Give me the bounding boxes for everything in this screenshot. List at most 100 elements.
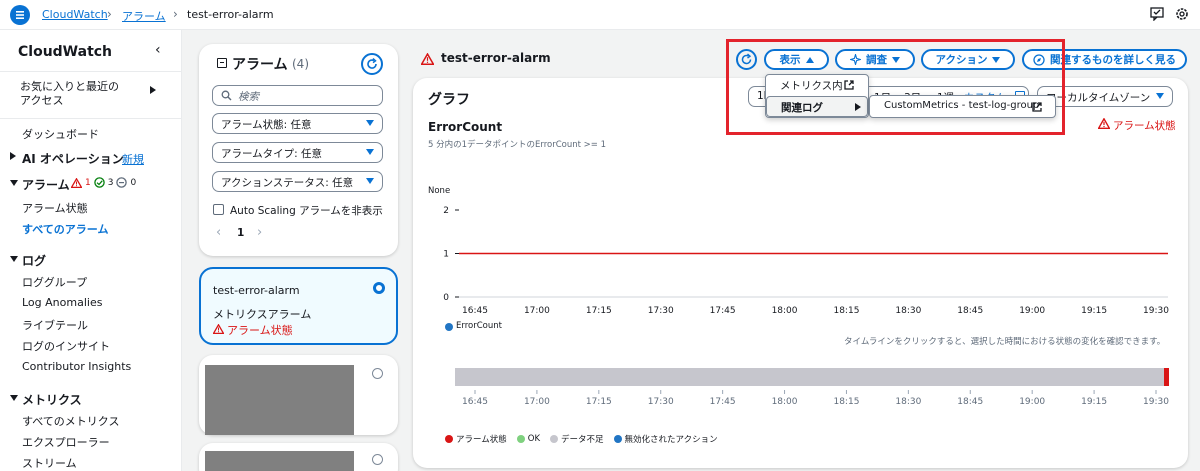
alarm-item-name: test-error-alarm — [213, 284, 300, 297]
alarm-item-state: アラーム状態 — [227, 324, 293, 337]
graph-panel: グラフ 1h 1日 3日 1週 カスタム ローカルタイムゾーン ErrorCou… — [413, 78, 1188, 468]
top-bar: CloudWatch › アラーム › test-error-alarm — [0, 0, 1200, 30]
sidebar-item-live-tail[interactable]: ライブテール — [22, 317, 88, 333]
redacted-block — [205, 365, 354, 435]
warning-icon — [71, 177, 82, 188]
timeline-tick-label: 19:15 — [1081, 397, 1107, 407]
metrics-collapse-icon[interactable] — [10, 395, 18, 401]
x-tick-label: 18:15 — [833, 306, 859, 316]
alarm-list-item[interactable] — [199, 443, 398, 471]
graph-header: グラフ — [428, 92, 470, 108]
logs-collapse-icon[interactable] — [10, 256, 18, 262]
chevron-down-icon — [366, 178, 374, 184]
search-placeholder: 検索 — [238, 91, 259, 103]
sidebar-item-streams[interactable]: ストリーム — [22, 455, 77, 471]
legend-series-label: ErrorCount — [456, 321, 502, 331]
autoscaling-checkbox[interactable] — [213, 204, 224, 215]
legend-label: データ不足 — [561, 435, 604, 445]
timeline-bar[interactable] — [455, 368, 1169, 386]
chart-subtitle: 5 分内の1データポイントのErrorCount >= 1 — [428, 140, 607, 150]
sidebar-item-contributor-insights[interactable]: Contributor Insights — [22, 360, 131, 373]
search-input[interactable]: 検索 — [212, 85, 383, 106]
menu-icon[interactable] — [10, 5, 30, 25]
sidebar: CloudWatch ‹ お気に入りと最近の アクセス ダッシュボード AI オ… — [0, 30, 182, 471]
timeline-axis: 16:45 17:00 17:15 17:30 17:45 18:00 18:15 18:30… — [462, 390, 1169, 407]
legend-swatch — [613, 435, 622, 443]
alarm-count: 1 — [85, 177, 91, 188]
timeline-legend: アラーム状態 OK データ不足 無効化されたアクション — [445, 433, 718, 445]
breadcrumb-current: test-error-alarm — [187, 8, 274, 21]
legend-swatch — [445, 323, 453, 331]
sidebar-item-log-anomalies[interactable]: Log Anomalies — [22, 296, 102, 309]
x-tick-label: 19:00 — [1019, 306, 1045, 316]
x-tick-label: 18:45 — [957, 306, 983, 316]
timeline-tick-label: 18:00 — [772, 397, 798, 407]
timeline-tick-label: 17:30 — [648, 397, 674, 407]
sidebar-item-alarm-state[interactable]: アラーム状態 — [22, 200, 88, 216]
alarm-list-title: アラーム — [232, 57, 288, 73]
legend-label: OK — [527, 434, 541, 444]
y-tick-label: 2 — [443, 206, 449, 216]
pagination-next[interactable]: › — [257, 225, 262, 240]
new-badge[interactable]: 新規 — [122, 151, 144, 167]
alarm-item-radio[interactable] — [372, 368, 383, 379]
sidebar-divider — [0, 71, 182, 72]
timeline-tick-label: 18:45 — [957, 397, 983, 407]
legend-label: アラーム状態 — [456, 435, 507, 445]
filter-alarm-type[interactable]: アラームタイプ: 任意 — [212, 142, 383, 163]
highlight-annotation — [726, 39, 1065, 135]
sidebar-item-all-alarms[interactable]: すべてのアラーム — [22, 221, 108, 237]
sidebar-item-log-groups[interactable]: ロググループ — [22, 274, 87, 290]
x-tick-label: 17:30 — [648, 306, 674, 316]
legend-swatch — [445, 435, 453, 443]
sidebar-item-all-metrics[interactable]: すべてのメトリクス — [22, 413, 119, 429]
x-tick-label: 17:00 — [524, 306, 550, 316]
insufficient-count: 0 — [130, 177, 137, 188]
x-tick-label: 18:30 — [895, 306, 921, 316]
sidebar-item-dashboard[interactable]: ダッシュボード — [22, 126, 99, 142]
feedback-icon[interactable] — [1150, 7, 1164, 22]
x-tick-label: 19:15 — [1081, 306, 1107, 316]
alarm-list-item[interactable] — [199, 355, 398, 435]
insufficient-icon — [116, 177, 128, 188]
alarms-collapse-icon[interactable] — [10, 180, 18, 186]
filter-action-status[interactable]: アクションステータス: 任意 — [212, 171, 383, 192]
sidebar-section-logs[interactable]: ログ — [22, 252, 46, 269]
ok-count: 3 — [107, 177, 114, 188]
chevron-down-icon — [366, 149, 374, 155]
warning-icon — [1098, 118, 1110, 129]
sidebar-section-ai-ops[interactable]: AI オペレーション — [22, 150, 124, 167]
alarm-list-item-selected[interactable]: test-error-alarm メトリクスアラーム アラーム状態 — [199, 267, 398, 345]
breadcrumb-separator: › — [173, 7, 178, 21]
filter-alarm-state[interactable]: アラーム状態: 任意 — [212, 113, 383, 134]
timeline-tick-label: 17:45 — [710, 397, 736, 407]
sidebar-section-metrics[interactable]: メトリクス — [22, 391, 82, 408]
settings-icon[interactable] — [1175, 7, 1189, 21]
chart-title: ErrorCount — [428, 120, 503, 134]
warning-icon — [213, 324, 224, 334]
timeline-tick-label: 19:00 — [1019, 397, 1045, 407]
sidebar-item-logs-insights[interactable]: ログのインサイト — [22, 338, 110, 354]
warning-icon — [421, 53, 434, 65]
sidebar-favorites[interactable]: お気に入りと最近の アクセス — [20, 80, 119, 108]
breadcrumb-alarms[interactable]: アラーム — [122, 8, 166, 24]
timeline-tick-label: 18:30 — [895, 397, 921, 407]
timeline-alarm-segment[interactable] — [1164, 368, 1169, 386]
breadcrumb-cloudwatch[interactable]: CloudWatch — [42, 8, 108, 21]
legend-swatch — [550, 435, 559, 443]
sidebar-item-explorer[interactable]: エクスプローラー — [22, 434, 110, 450]
chevron-down-icon — [1156, 93, 1164, 99]
sidebar-close-icon[interactable]: ‹ — [155, 42, 161, 58]
pagination-page[interactable]: 1 — [237, 227, 244, 239]
ok-icon — [93, 177, 105, 188]
sidebar-section-alarms[interactable]: アラーム — [22, 176, 70, 193]
pagination-prev[interactable]: ‹ — [216, 225, 221, 240]
collapse-panel-icon[interactable] — [217, 58, 227, 68]
ai-ops-expand-icon[interactable] — [10, 152, 16, 160]
timeline-hint: タイムラインをクリックすると、選択した時間における状態の変化を確認できます。 — [844, 337, 1166, 347]
alarm-item-radio[interactable] — [373, 282, 385, 294]
y-tick-label: 1 — [443, 250, 449, 260]
alarm-item-radio[interactable] — [372, 454, 383, 465]
favorites-expand-icon[interactable] — [150, 86, 156, 94]
refresh-button[interactable] — [361, 53, 383, 75]
